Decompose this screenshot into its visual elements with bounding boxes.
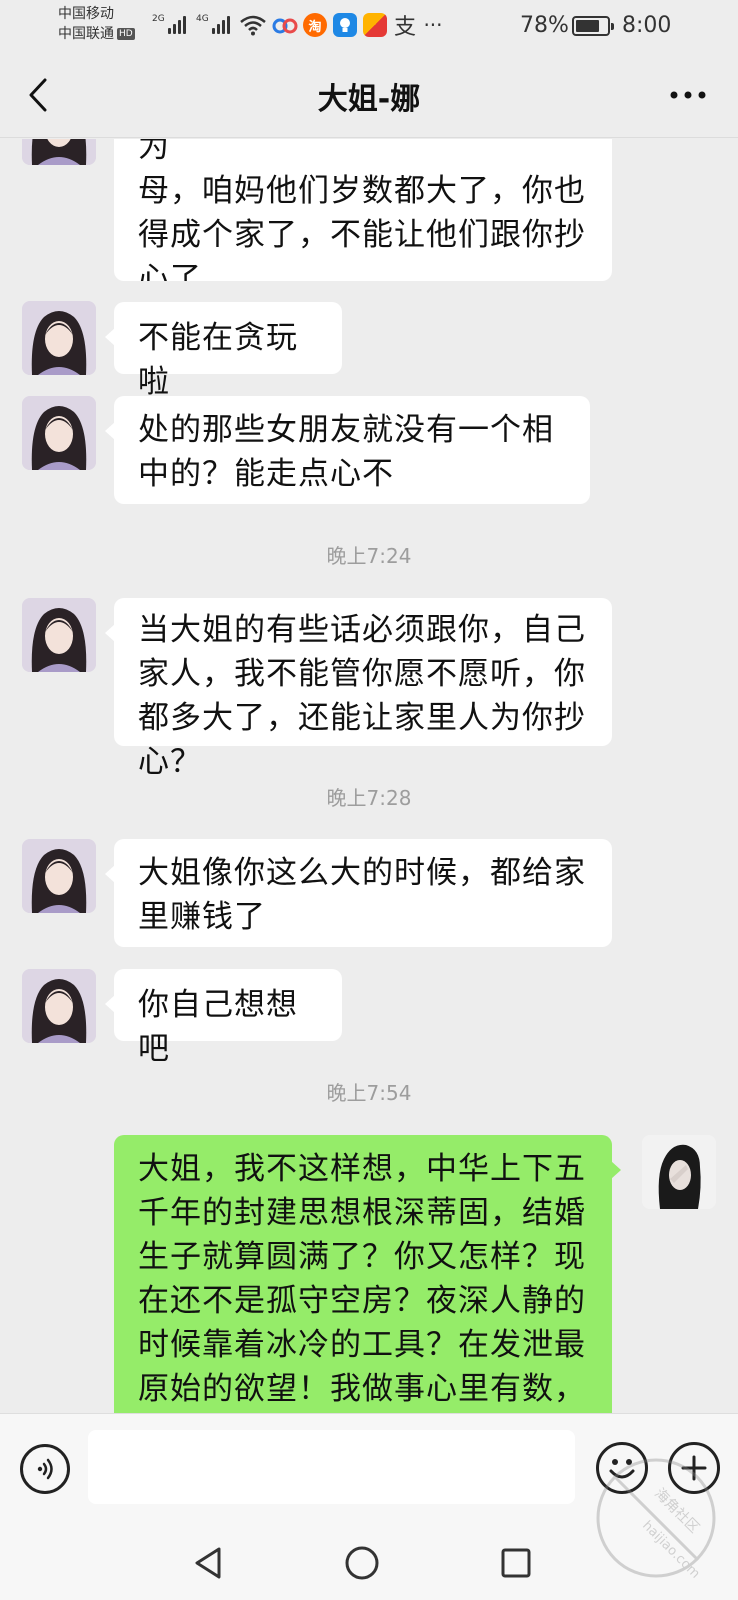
more-actions-button[interactable] [668,1442,720,1494]
incoming-message-bubble[interactable]: 不能在贪玩啦 [105,302,342,400]
baidu-netdisk-icon [272,12,298,38]
message-text: 当大姐的有些话必须跟你，自己家人，我不能管你愿不愿听，你都多大了，还能让家里人为… [138,612,586,780]
contact-avatar[interactable] [22,598,96,672]
message-text: 大姐，我不这样想，中华上下五千年的封建思想根深蒂固，结婚生子就算圆满了？你又怎样… [138,1151,586,1407]
plus-icon [681,1455,707,1481]
carrier-1-label: 中国移动 [58,6,114,22]
my-avatar[interactable] [642,1135,716,1209]
contact-avatar[interactable] [22,396,96,470]
message-text: 处的那些女朋友就没有一个相中的？能走点心不 [138,412,554,492]
wifi-icon [240,12,266,38]
carrier-info: 中国移动 中国联通 HD [58,4,135,44]
status-bar: 中国移动 中国联通 HD 2G 4G 淘 支 ··· 78% 8:00 [0,0,738,56]
message-text: 你自己想想吧 [138,987,298,1067]
home-circle-icon [345,1546,379,1580]
battery-level-fill [576,20,600,32]
status-time: 8:00 [622,13,672,38]
incoming-message-bubble[interactable]: 处的那些女朋友就没有一个相中的？能走点心不 [105,396,590,504]
hd-badge: HD [117,28,135,40]
outgoing-message-bubble[interactable]: 大姐，我不这样想，中华上下五千年的封建思想根深蒂固，结婚生子就算圆满了？你又怎样… [114,1135,621,1413]
incoming-message-bubble[interactable]: 有句话说得好，长兄为父，长姐为 母，咱妈他们岁数都大了，你也得成个家了，不能让他… [114,139,612,281]
taobao-icon: 淘 [302,12,328,38]
battery-icon [572,16,614,36]
incoming-message-bubble[interactable]: 你自己想想吧 [105,969,342,1067]
alipay-icon: 支 [393,15,416,40]
nav-home-button[interactable] [340,1543,384,1583]
message-text: 不能在贪玩啦 [138,320,298,400]
contact-avatar[interactable] [22,969,96,1043]
message-text: 大姐像你这么大的时候，都给家里赚钱了 [138,855,586,935]
timestamp: 晚上7:28 [326,786,412,810]
timestamp: 晚上7:24 [326,544,412,568]
input-bar [0,1413,738,1525]
recents-square-icon [501,1548,531,1578]
incoming-message-bubble[interactable]: 大姐像你这么大的时候，都给家里赚钱了 [105,839,612,947]
folder-app-icon [362,12,388,38]
voice-input-icon [37,1458,53,1480]
contact-avatar[interactable] [22,301,96,375]
message-input[interactable] [88,1430,575,1504]
message-list[interactable]: 有句话说得好，长兄为父，长姐为 母，咱妈他们岁数都大了，你也得成个家了，不能让他… [0,139,738,1413]
message-partial-line: 有句话说得好，长兄为父，长姐为 [138,139,170,165]
emoji-icon [609,1459,635,1479]
timestamp: 晚上7:54 [326,1081,412,1105]
carrier-2-label: 中国联通 [58,26,114,42]
voice-input-button[interactable] [20,1444,70,1494]
battery-percent: 78% [520,13,569,38]
incoming-message-bubble[interactable]: 当大姐的有些话必须跟你，自己家人，我不能管你愿不愿听，你都多大了，还能让家里人为… [105,598,612,780]
more-dots-icon: ··· [423,13,443,37]
signal-1-icon: 2G [152,14,186,34]
ellipsis-icon [670,91,706,99]
wechat-chat-screen: 中国移动 中国联通 HD 2G 4G 淘 支 ··· 78% 8:00 大姐-娜… [0,0,738,1600]
contact-avatar[interactable] [22,839,96,913]
chat-info-button[interactable] [666,80,710,110]
nav-back-button[interactable] [186,1543,230,1583]
message-text: 母，咱妈他们岁数都大了，你也得成个家了，不能让他们跟你抄心了， [138,173,586,281]
emoji-button[interactable] [596,1442,648,1494]
back-triangle-icon [195,1547,221,1579]
chat-header: 大姐-娜 [0,56,738,138]
nav-recents-button[interactable] [494,1543,538,1583]
system-nav-bar [0,1525,738,1600]
chat-title: 大姐-娜 [317,82,421,117]
contact-avatar[interactable] [22,139,96,165]
signal-2-icon: 4G [196,14,230,34]
bulb-app-icon [332,12,358,38]
